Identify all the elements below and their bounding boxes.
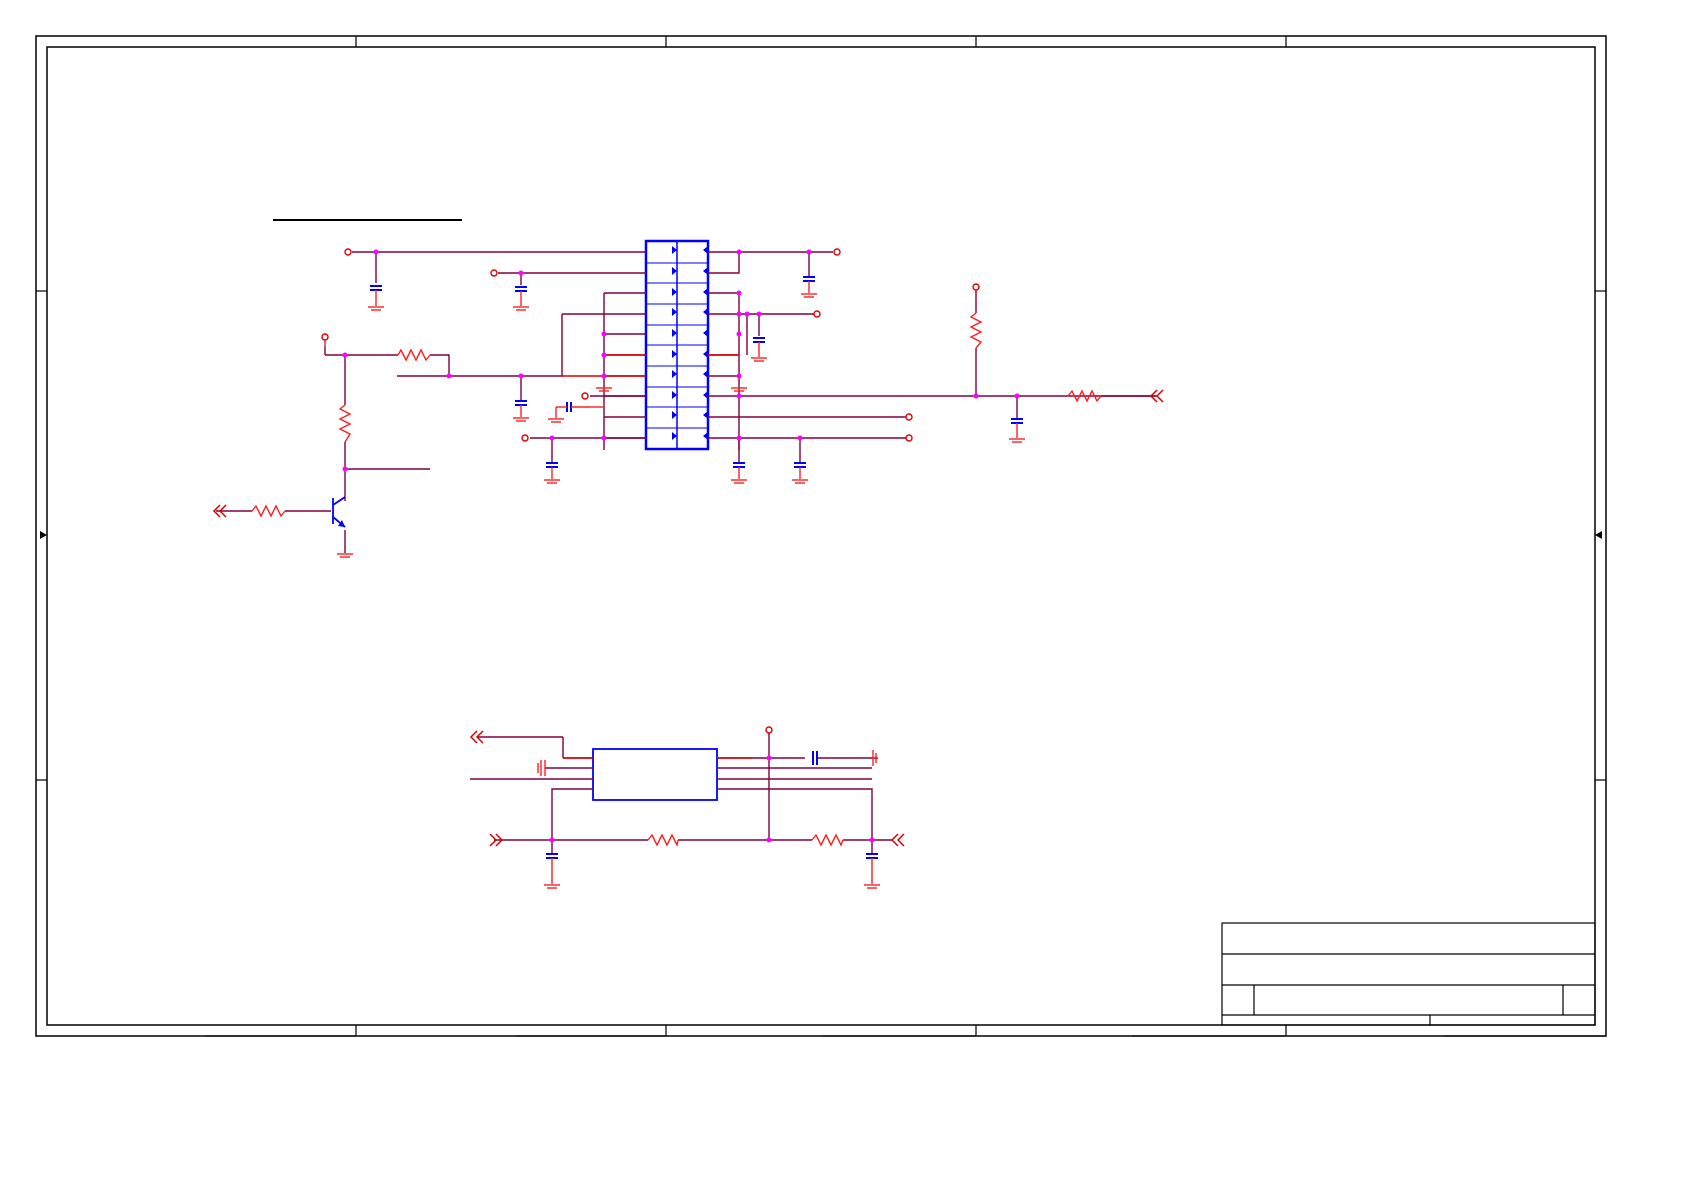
offpage-connector-icon [212,389,1164,518]
npn-transistor-icon [332,496,346,528]
power-terminal-icon [765,726,773,734]
frame-zone-ticks [36,36,1606,1037]
ground-icon [337,293,1025,558]
upper-wires [216,251,1157,553]
dual-row-header-icon [644,239,710,451]
title-block [1221,922,1596,1026]
frame-center-arrows [40,531,1602,539]
capacitor-icon [546,751,878,859]
power-terminal-stems [324,290,977,347]
ground-icon [537,750,880,889]
schematic-sheet [35,35,1607,1037]
ic-block-icon [592,748,718,801]
lower-wires [470,733,892,853]
sheet-frame [35,35,1607,1037]
capacitor-icon [370,276,1023,468]
